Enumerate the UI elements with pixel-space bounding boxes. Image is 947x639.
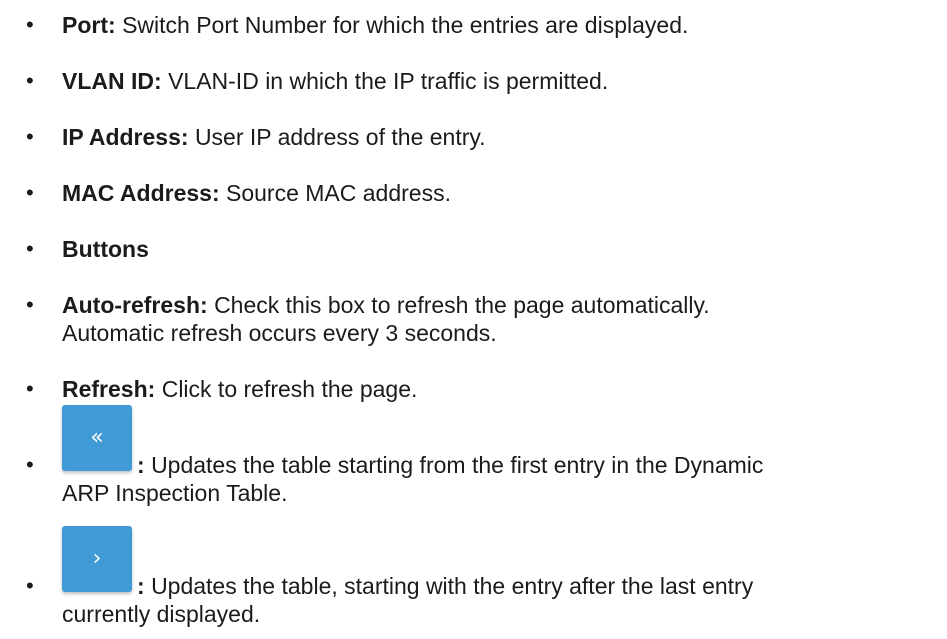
list-item-next-page-button: › • : Updates the table, starting with t… [0,526,947,627]
term-next-page: : [137,573,145,599]
desc-port: Switch Port Number for which the entries… [122,12,689,38]
bullet: • [26,573,34,598]
desc-first-page-line2: ARP Inspection Table. [62,480,288,506]
desc-auto-refresh: Check this box to refresh the page autom… [214,292,710,318]
term-refresh: Refresh: [62,376,156,402]
desc-refresh: Click to refresh the page. [161,376,418,402]
term-buttons: Buttons [62,236,149,262]
bullet: • [26,12,34,37]
desc-auto-refresh-line2: Automatic refresh occurs every 3 seconds… [62,320,497,346]
list-item-first-page-button: « • : Updates the table starting from th… [0,405,947,506]
term-mac-address: MAC Address: [62,180,220,206]
bullet: • [26,292,34,317]
term-vlan-id: VLAN ID: [62,68,162,94]
double-chevron-left-icon: « [90,425,104,450]
bullet: • [26,124,34,149]
desc-vlan-id: VLAN-ID in which the IP traffic is permi… [168,68,609,94]
term-port: Port: [62,12,116,38]
desc-next-page-line2: currently displayed. [62,601,261,627]
field-description-list: • Port: Switch Port Number for which the… [0,0,947,639]
term-ip-address: IP Address: [62,124,189,150]
bullet: • [26,452,34,477]
bullet: • [26,68,34,93]
chevron-right-icon: › [92,546,102,571]
first-page-button[interactable]: « [62,405,132,471]
list-item-auto-refresh: • Auto-refresh: Check this box to refres… [0,291,947,347]
bullet: • [26,376,34,401]
desc-ip-address: User IP address of the entry. [194,124,486,150]
bullet: • [26,236,34,261]
term-first-page: : [137,452,145,478]
desc-mac-address: Source MAC address. [226,180,451,206]
next-page-button[interactable]: › [62,526,132,592]
desc-first-page: Updates the table starting from the firs… [151,452,764,478]
term-auto-refresh: Auto-refresh: [62,292,208,318]
bullet: • [26,180,34,205]
desc-next-page: Updates the table, starting with the ent… [151,573,754,599]
